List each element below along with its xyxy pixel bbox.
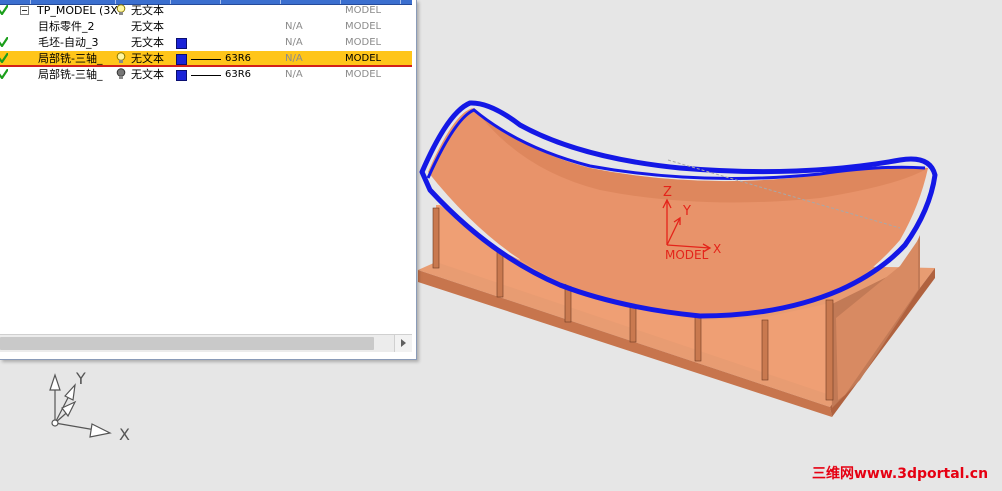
model-value: MODEL (345, 69, 382, 80)
tree-row[interactable]: 局部铣-三轴_ 无文本 63R6 N/A MODEL (0, 51, 412, 67)
rib (694, 315, 702, 362)
operation-name: 目标零件_2 (38, 20, 95, 33)
rib (432, 207, 440, 269)
view-triad-x-arrow (89, 423, 112, 438)
view-triad-y-label: Y (75, 369, 86, 388)
scroll-right-arrow-icon[interactable] (394, 335, 412, 352)
rib (629, 303, 637, 343)
operation-navigator-panel: TP_MODEL (3X 无文本 MODEL 目标零件_2 无文本 N/A MODEL 毛坯-… (0, 0, 417, 360)
line-icon (191, 75, 221, 76)
na-value: N/A (285, 21, 303, 32)
tree-row[interactable]: TP_MODEL (3X 无文本 MODEL (0, 3, 412, 19)
color-swatch (176, 54, 187, 65)
lightbulb-icon (116, 68, 126, 79)
view-triad-origin (51, 419, 59, 427)
tree-row[interactable]: 毛坯-自动_3 无文本 N/A MODEL (0, 35, 412, 51)
lightbulb-icon (116, 52, 126, 63)
tool-name: 63R6 (225, 69, 252, 80)
operation-name: 局部铣-三轴_ (38, 68, 103, 81)
color-swatch (176, 70, 187, 81)
operation-text: 无文本 (131, 20, 164, 33)
view-triad-diagonal-arrow (61, 400, 77, 418)
na-value: N/A (285, 69, 303, 80)
checkmark-icon (0, 5, 8, 15)
triad-z-label: Z (663, 185, 672, 200)
collapse-toggle-icon[interactable] (20, 6, 29, 15)
view-triad-x-label: X (119, 425, 130, 444)
operation-text: 无文本 (131, 68, 164, 81)
model-value: MODEL (345, 21, 382, 32)
na-value: N/A (285, 37, 303, 48)
operation-name: 毛坯-自动_3 (38, 36, 99, 49)
color-swatch (176, 38, 187, 49)
lightbulb-icon (116, 4, 126, 15)
rib (825, 299, 834, 401)
horizontal-scrollbar[interactable] (0, 334, 412, 352)
checkmark-icon (0, 37, 8, 47)
model-value: MODEL (345, 5, 382, 16)
scrollbar-thumb[interactable] (0, 337, 374, 350)
model-value: MODEL (345, 37, 382, 48)
operation-text: 无文本 (131, 4, 164, 17)
rib (496, 251, 504, 298)
view-triad-y-arrow (64, 383, 76, 401)
tree-row[interactable]: 目标零件_2 无文本 N/A MODEL (0, 19, 412, 35)
rib (761, 319, 769, 381)
triad-x-label: X (713, 242, 721, 256)
operation-name: TP_MODEL (3X (37, 4, 118, 17)
line-icon (191, 59, 221, 60)
triad-model-label: MODEL (665, 248, 709, 262)
checkmark-icon (0, 53, 8, 63)
operation-text: 无文本 (131, 36, 164, 49)
tree-row[interactable]: 局部铣-三轴_ 无文本 63R6 N/A MODEL (0, 67, 412, 83)
triad-y-label: Y (682, 204, 691, 219)
view-triad-vertical-arrow (49, 373, 61, 391)
checkmark-icon (0, 69, 8, 79)
watermark-text: 三维网www.3dportal.cn (812, 466, 989, 482)
